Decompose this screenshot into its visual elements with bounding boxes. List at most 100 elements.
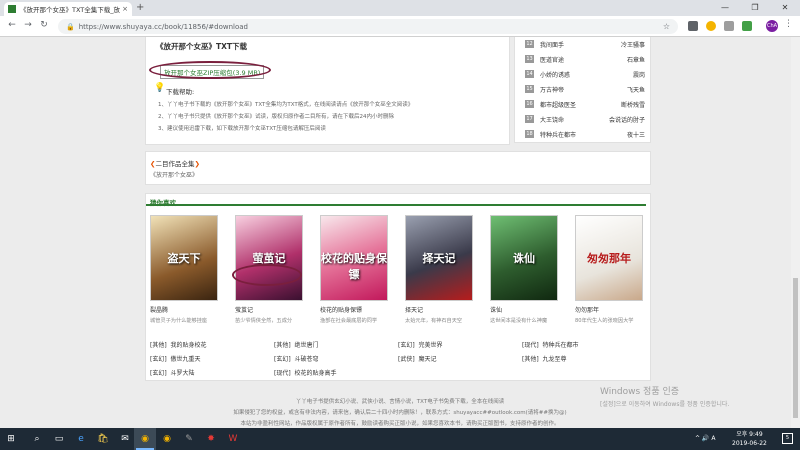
category-link[interactable]: [玄幻] 斗破苍穹: [274, 354, 319, 363]
paint-icon[interactable]: ✎: [182, 432, 196, 446]
book-cover[interactable]: 择天记: [405, 215, 473, 301]
clock-date: 2019-06-22: [732, 440, 767, 447]
new-tab-button[interactable]: +: [136, 2, 144, 13]
watermark-title: Windows 정품 인증: [600, 387, 680, 397]
category-link[interactable]: [武侠] 魔天记: [398, 354, 437, 363]
edge-icon[interactable]: e: [74, 432, 88, 446]
book-name[interactable]: 诛仙: [490, 305, 562, 314]
browser-tab[interactable]: 《放开那个女巫》TXT全集下载_放 ×: [4, 2, 132, 16]
footer-text: 如果侵犯了您的权益，或含有非法内容，请来信，确认后二十四小时内删除！，联系方式：…: [233, 410, 567, 416]
rank-title[interactable]: 我间面手: [540, 40, 564, 49]
book-desc: 这世间本是没有什么神魔: [490, 318, 548, 324]
help-line: 3、建议使用迅雷下载，如下载放开那个女巫TXT压缩包请解压后阅读: [158, 126, 326, 132]
book-name[interactable]: 勿勿那年: [575, 305, 647, 314]
clock[interactable]: 오후 9:49 2019-06-22: [732, 430, 767, 448]
ranking-panel: 12 我间面手 冷王骚事 13 医道官途 石章鱼 14 小娇的诱惑 震岗 15 …: [514, 37, 651, 143]
book-card[interactable]: 校花的贴身保镖 校花的贴身保镖 渔部在社会最底层的同学: [320, 215, 392, 324]
forward-arrow-icon[interactable]: →: [22, 20, 34, 30]
category-link[interactable]: [其他] 九龙至尊: [522, 354, 567, 363]
scrollbar-thumb[interactable]: [793, 278, 798, 418]
category-link[interactable]: [现代] 特种兵在都市: [522, 340, 579, 349]
notification-center-icon[interactable]: 5: [782, 433, 793, 444]
book-cover[interactable]: 校花的贴身保镖: [320, 215, 388, 301]
watermark-subtitle: [설정]으로 이동하여 Windows를 정품 인증합니다.: [600, 401, 730, 408]
extension-puzzle-icon[interactable]: [724, 21, 734, 31]
rank-title[interactable]: 特种兵在都市: [540, 130, 576, 139]
reload-icon[interactable]: ↻: [38, 20, 50, 30]
rank-author[interactable]: 会说话的肘子: [609, 115, 645, 124]
rank-title[interactable]: 小娇的诱惑: [540, 70, 570, 79]
ranking-item[interactable]: 18 特种兵在都市 夜十三: [525, 128, 645, 141]
book-card[interactable]: 盗天下 裂晶腾 城管灵子为什么能够挂座: [150, 215, 222, 324]
system-tray[interactable]: ^ 🔊 A: [695, 435, 715, 442]
category-link[interactable]: [玄幻] 傲世九重天: [150, 354, 201, 363]
category-link[interactable]: [玄幻] 完美世界: [398, 340, 443, 349]
chrome-icon[interactable]: ◉: [138, 432, 152, 446]
rank-title[interactable]: 都市超级医圣: [540, 100, 576, 109]
app-wps-icon[interactable]: W: [226, 432, 240, 446]
store-icon[interactable]: 🛍: [96, 432, 110, 446]
category-link[interactable]: [其他] 绝世唐门: [274, 340, 319, 349]
book-desc: 太始元年，有神石自天空: [405, 318, 463, 324]
cover-title: 择天记: [422, 251, 456, 265]
minimize-button[interactable]: —: [710, 0, 740, 16]
ranking-item[interactable]: 14 小娇的诱惑 震岗: [525, 68, 645, 81]
book-cover[interactable]: 盗天下: [150, 215, 218, 301]
rank-author[interactable]: 震岗: [633, 70, 645, 79]
ranking-item[interactable]: 12 我间面手 冷王骚事: [525, 38, 645, 51]
rank-author[interactable]: 断桥残雪: [621, 100, 645, 109]
book-name[interactable]: 裂晶腾: [150, 305, 222, 314]
ranking-item[interactable]: 15 万古神帝 飞天鱼: [525, 83, 645, 96]
tab-close-icon[interactable]: ×: [122, 5, 128, 13]
mail-icon[interactable]: ✉: [118, 432, 132, 446]
close-window-button[interactable]: ✕: [770, 0, 800, 16]
ranking-item[interactable]: 16 都市超级医圣 断桥残雪: [525, 98, 645, 111]
bookmark-star-icon[interactable]: ☆: [663, 22, 670, 31]
rank-author[interactable]: 夜十三: [627, 130, 645, 139]
address-bar[interactable]: 🔒 https://www.shuyaya.cc/book/11856/#dow…: [58, 19, 678, 34]
author-works-title-text: 二目作品全集: [155, 160, 195, 168]
book-cover[interactable]: 匆匆那年: [575, 215, 643, 301]
rank-author[interactable]: 冷王骚事: [621, 40, 645, 49]
windows-start-icon[interactable]: ⊞: [4, 432, 18, 446]
ranking-item[interactable]: 17 大王饶命 会说话的肘子: [525, 113, 645, 126]
book-desc: 80年代生人的张晓因大学: [575, 318, 634, 324]
download-panel: 《放开那个女巫》TXT下载 放开那个女巫ZIP压缩包(3.9 MB) 💡 下载帮…: [145, 37, 510, 145]
ranking-item[interactable]: 13 医道官途 石章鱼: [525, 53, 645, 66]
help-line: 2、丫丫电子书只提供《放开那个女巫》试读，版权归原作者二目所有，请在下载后24内…: [158, 114, 395, 120]
rank-title[interactable]: 万古神帝: [540, 85, 564, 94]
extension-emoji-icon[interactable]: [706, 21, 716, 31]
book-cover[interactable]: 诛仙: [490, 215, 558, 301]
book-card[interactable]: 择天记 择天记 太始元年，有神石自天空: [405, 215, 477, 324]
category-link[interactable]: [玄幻] 斗罗大陆: [150, 368, 195, 377]
translate-icon[interactable]: [688, 21, 698, 31]
extension-photo-icon[interactable]: [742, 21, 752, 31]
recommend-header: 猜你喜欢: [146, 194, 646, 207]
rank-title[interactable]: 大王饶命: [540, 115, 564, 124]
rank-number: 17: [525, 115, 534, 123]
category-link[interactable]: [现代] 校花的贴身高手: [274, 368, 337, 377]
rank-author[interactable]: 飞天鱼: [627, 85, 645, 94]
back-arrow-icon[interactable]: ←: [6, 20, 18, 30]
task-view-icon[interactable]: ▭: [52, 432, 66, 446]
maximize-button[interactable]: ❐: [740, 0, 770, 16]
book-name[interactable]: 校花的贴身保镖: [320, 305, 392, 314]
site-favicon-icon: [8, 5, 16, 13]
book-card[interactable]: 匆匆那年 勿勿那年 80年代生人的张晓因大学: [575, 215, 647, 324]
book-card[interactable]: 诛仙 诛仙 这世间本是没有什么神魔: [490, 215, 562, 324]
book-desc: 苗少爷情侠全然，五成分: [235, 318, 293, 324]
book-name[interactable]: 择天记: [405, 305, 477, 314]
book-desc: 渔部在社会最底层的同学: [320, 318, 378, 324]
author-work-link[interactable]: 《放开那个女巫》: [150, 170, 198, 179]
rank-author[interactable]: 石章鱼: [627, 55, 645, 64]
menu-dots-icon[interactable]: ⋮: [784, 19, 793, 29]
rank-title[interactable]: 医道官途: [540, 55, 564, 64]
search-icon[interactable]: ⌕: [30, 432, 44, 446]
help-line: 1、丫丫电子书下载的《放开那个女巫》TXT全集均为TXT格式，在线阅读请点《放开…: [158, 102, 414, 108]
category-link[interactable]: [其他] 我的贴身校花: [150, 340, 207, 349]
book-name[interactable]: 萤茧记: [235, 305, 307, 314]
book-cover[interactable]: 萤茧记: [235, 215, 303, 301]
profile-avatar[interactable]: ChA: [766, 20, 778, 32]
app-red-icon[interactable]: ✸: [204, 432, 218, 446]
chrome-alt-icon[interactable]: ◉: [160, 432, 174, 446]
